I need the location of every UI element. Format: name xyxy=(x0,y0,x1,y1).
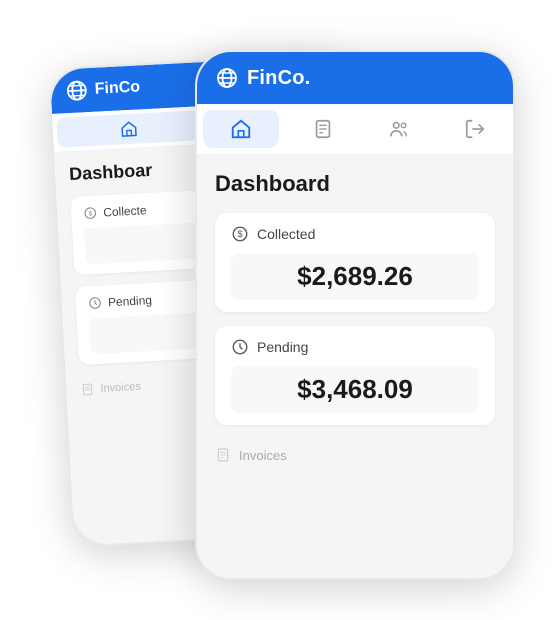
collected-card: $ Collected $2,689.26 xyxy=(215,213,495,312)
nav-bar xyxy=(197,104,513,155)
users-icon xyxy=(388,118,410,140)
pending-value: $3,468.09 xyxy=(231,366,479,413)
home-icon xyxy=(230,118,252,140)
back-phone-title: FinCo xyxy=(94,78,140,98)
pending-label: Pending xyxy=(257,339,308,355)
app-header: FinCo. xyxy=(197,52,513,104)
nav-users[interactable] xyxy=(361,110,437,148)
globe-icon-back xyxy=(64,78,89,103)
page-title: Dashboard xyxy=(215,171,495,197)
svg-text:$: $ xyxy=(237,229,242,239)
logout-icon xyxy=(464,118,486,140)
invoices-icon xyxy=(215,447,231,463)
invoices-section[interactable]: Invoices xyxy=(215,439,495,471)
phone-front: FinCo. xyxy=(195,50,515,580)
nav-documents[interactable] xyxy=(285,110,361,148)
dollar-icon-back: $ xyxy=(83,206,98,221)
svg-text:$: $ xyxy=(88,210,92,217)
invoices-icon-back xyxy=(80,382,95,397)
home-icon-back xyxy=(119,120,138,139)
nav-home[interactable] xyxy=(203,110,279,148)
main-content: Dashboard $ Collected $2,689.26 xyxy=(197,155,513,578)
pending-card: Pending $3,468.09 xyxy=(215,326,495,425)
back-pending-label: Pending xyxy=(108,293,153,309)
collected-label-row: $ Collected xyxy=(231,225,479,243)
back-collected-label: Collecte xyxy=(103,203,147,219)
dollar-circle-icon: $ xyxy=(231,225,249,243)
back-invoices-label: Invoices xyxy=(100,381,141,395)
globe-icon xyxy=(215,66,239,90)
documents-icon xyxy=(312,118,334,140)
collected-value: $2,689.26 xyxy=(231,253,479,300)
clock-icon-back xyxy=(88,296,103,311)
app-title: FinCo. xyxy=(247,67,310,90)
back-nav-home[interactable] xyxy=(56,110,201,147)
pending-label-row: Pending xyxy=(231,338,479,356)
clock-icon xyxy=(231,338,249,356)
invoices-label: Invoices xyxy=(239,448,287,463)
nav-logout[interactable] xyxy=(437,110,513,148)
collected-label: Collected xyxy=(257,226,315,242)
